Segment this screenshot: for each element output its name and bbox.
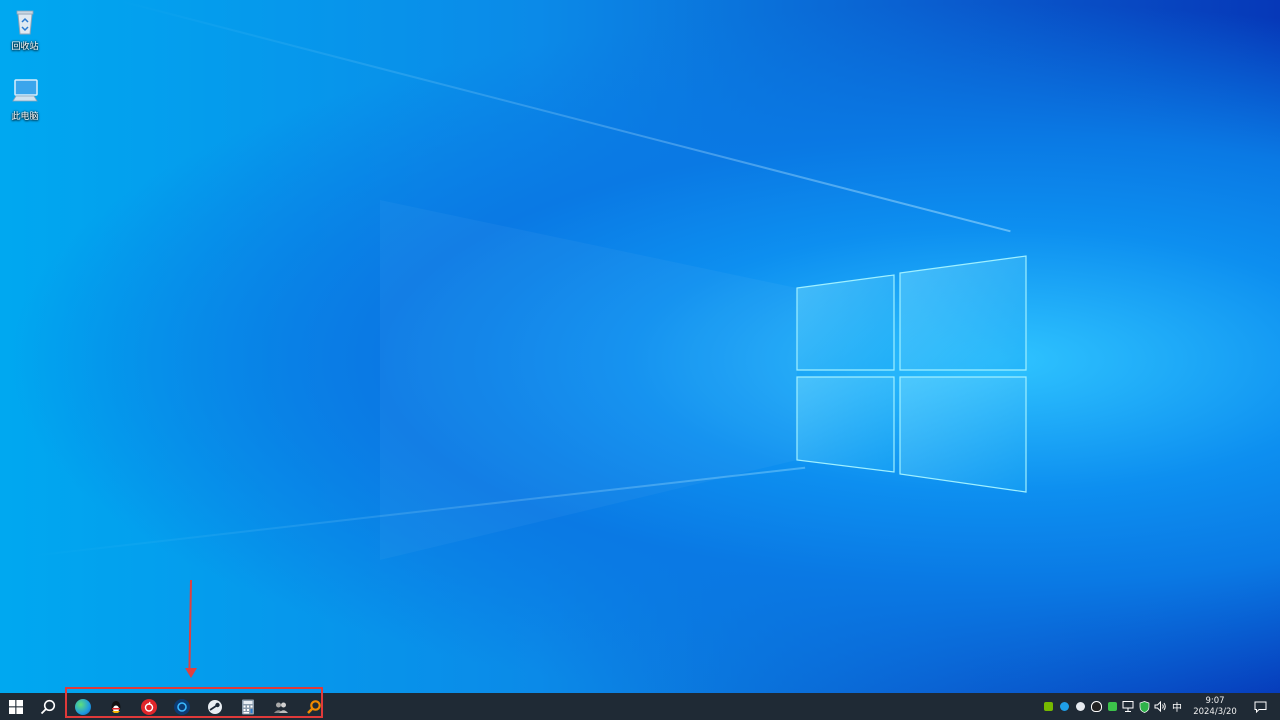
desktop-icon-this-pc[interactable]: 此电脑 <box>0 76 50 122</box>
search-icon <box>40 699 56 714</box>
desktop-icon-recycle-bin[interactable]: 回收站 <box>0 6 50 52</box>
search-button[interactable] <box>32 693 64 720</box>
steam-tray-icon[interactable] <box>1072 693 1088 720</box>
input-method-indicator[interactable]: 中 <box>1168 699 1186 714</box>
notification-center-button[interactable] <box>1240 701 1280 713</box>
desktop: 回收站 此电脑 <box>0 0 1280 693</box>
clock-time: 9:07 <box>1205 695 1225 706</box>
annotation-arrow-head <box>185 668 197 678</box>
shield-icon[interactable] <box>1136 693 1152 720</box>
desktop-icon-label: 此电脑 <box>11 112 39 122</box>
desktop-icon-label: 回收站 <box>11 42 39 52</box>
windows-start-icon <box>9 699 23 714</box>
clock-date: 2024/3/20 <box>1193 706 1237 717</box>
green-app-icon[interactable] <box>1104 693 1120 720</box>
qq-tray-icon[interactable] <box>1088 693 1104 720</box>
start-button[interactable] <box>0 693 32 720</box>
this-pc-icon <box>10 76 40 106</box>
notification-icon <box>1254 701 1266 713</box>
system-tray: 中 9:07 2024/3/20 <box>1040 693 1280 720</box>
windows-logo-wallpaper <box>380 200 1027 560</box>
network-icon[interactable] <box>1120 693 1136 720</box>
blue-ring-icon[interactable] <box>1056 693 1072 720</box>
nvidia-icon[interactable] <box>1040 693 1056 720</box>
volume-icon[interactable] <box>1152 693 1168 720</box>
annotation-highlight-box <box>65 687 323 718</box>
recycle-bin-icon <box>10 6 40 36</box>
taskbar-clock[interactable]: 9:07 2024/3/20 <box>1190 696 1240 718</box>
